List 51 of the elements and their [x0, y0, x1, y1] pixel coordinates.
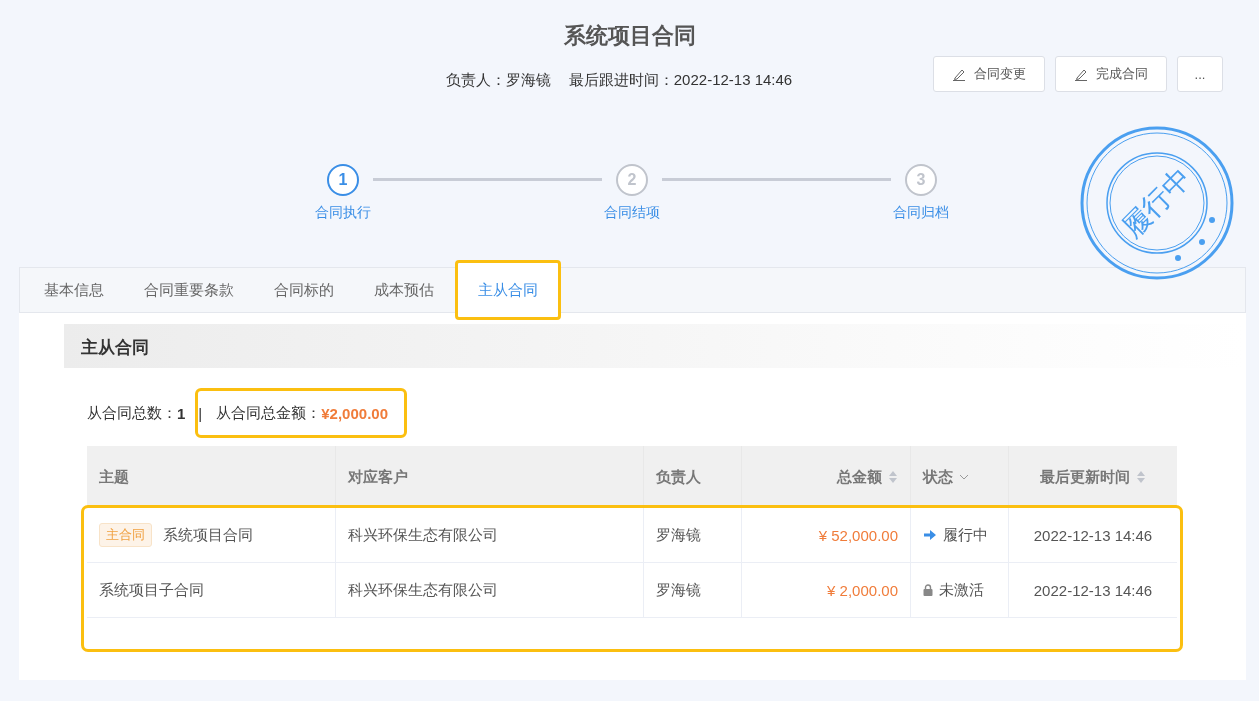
- amount-label: 从合同总金额：: [216, 403, 322, 421]
- tab[interactable]: 成本预估: [354, 268, 454, 312]
- status-text: 履行中: [943, 525, 988, 545]
- table-cell: 罗海镜: [656, 580, 701, 600]
- column-header: 负责人: [644, 446, 742, 508]
- followup-label: 最后跟进时间：: [568, 71, 674, 90]
- column-header: 主题: [87, 446, 336, 508]
- step-circle: 2: [616, 164, 648, 196]
- table-cell: 罗海镜: [656, 525, 701, 545]
- pen-icon: [1074, 67, 1088, 81]
- lock-icon: [923, 584, 933, 596]
- column-header[interactable]: 状态: [911, 446, 1009, 508]
- tag-badge: 主合同: [99, 523, 152, 547]
- stamp-drawing: 履行中: [1078, 124, 1236, 282]
- more-button[interactable]: ...: [1177, 56, 1223, 92]
- count-value: 1: [177, 404, 186, 422]
- tab[interactable]: 合同标的: [254, 268, 354, 312]
- step-circle: 1: [327, 164, 359, 196]
- step-label: 合同执行: [315, 204, 371, 222]
- tab[interactable]: 基本信息: [24, 268, 124, 312]
- column-header[interactable]: 最后更新时间: [1009, 446, 1177, 508]
- amount-value: ¥2,000.00: [321, 404, 388, 422]
- step-label: 合同结项: [604, 204, 660, 222]
- count-label: 从合同总数：: [87, 403, 177, 423]
- column-header[interactable]: 总金额: [742, 446, 911, 508]
- table-cell: 2022-12-13 14:46: [1033, 581, 1153, 599]
- table-cell: 2022-12-13 14:46: [1033, 526, 1153, 544]
- table-cell: 系统项目合同: [163, 525, 253, 545]
- table-cell: ¥ 2,000.00: [827, 581, 898, 599]
- table-cell: 科兴环保生态有限公司: [348, 580, 498, 600]
- action-button[interactable]: 合同变更: [933, 56, 1045, 92]
- status-text: 未激活: [939, 580, 984, 600]
- step-circle: 3: [905, 164, 937, 196]
- action-button[interactable]: 完成合同: [1055, 56, 1167, 92]
- sort-icon: [1136, 470, 1146, 484]
- table-cell: 系统项目子合同: [99, 580, 204, 600]
- step-label: 合同归档: [893, 204, 949, 222]
- owner-name: 罗海镜: [505, 71, 551, 90]
- page-title: 系统项目合同: [562, 22, 697, 50]
- table-cell: ¥ 52,000.00: [818, 526, 898, 544]
- owner-label: 负责人：: [445, 71, 506, 90]
- tab[interactable]: 主从合同: [457, 262, 559, 318]
- tab[interactable]: 合同重要条款: [124, 268, 254, 312]
- sort-icon: [888, 470, 898, 484]
- separator: |: [198, 404, 203, 422]
- column-header: 对应客户: [336, 446, 644, 508]
- followup-time: 2022-12-13 14:46: [673, 71, 793, 90]
- chevron-down-icon: [959, 473, 969, 481]
- table-cell: 科兴环保生态有限公司: [348, 525, 498, 545]
- arrow-right-icon: [923, 528, 937, 542]
- pen-icon: [952, 67, 966, 81]
